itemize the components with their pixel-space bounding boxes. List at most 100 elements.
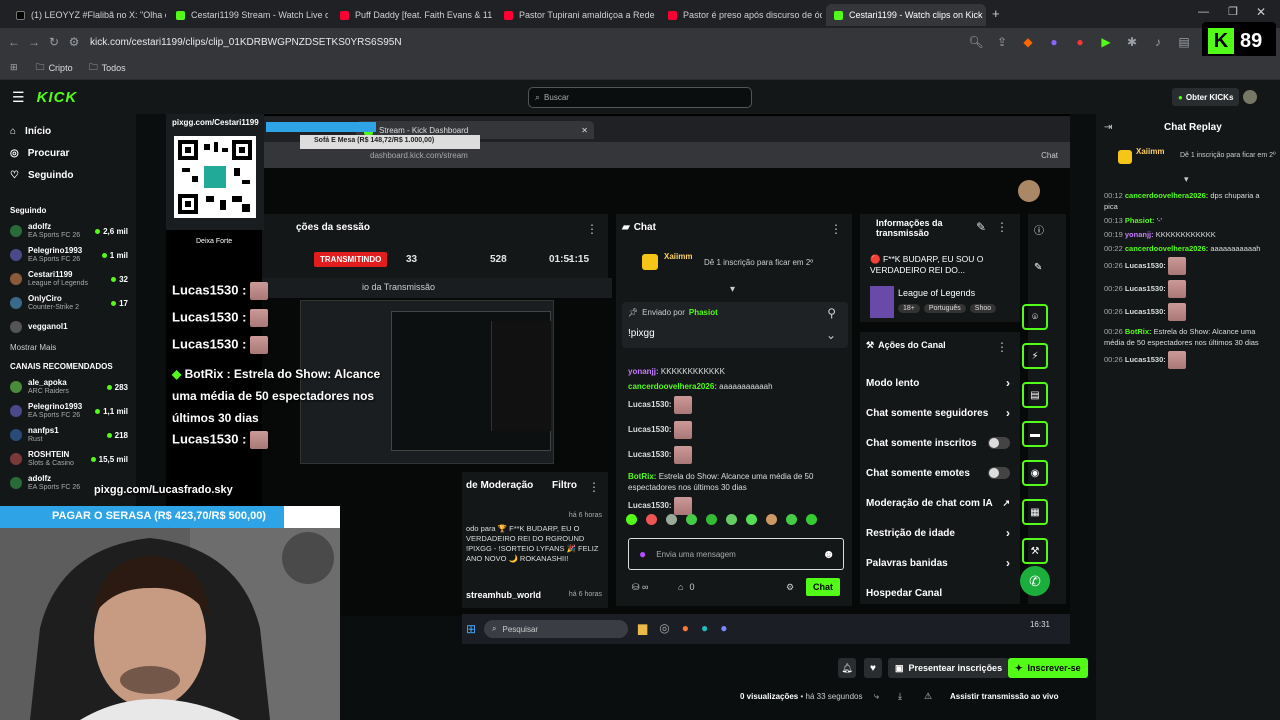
tag[interactable]: Shoo [969,304,997,313]
pin-icon[interactable]: ⚲ [827,306,836,320]
bookmark-cripto[interactable]: Cripto [49,63,73,73]
sidebar-item-seguindo[interactable]: ♡ Seguindo [0,164,136,186]
reload-icon[interactable]: ↻ [44,35,64,49]
site-info-icon[interactable]: ⚙ [64,35,84,49]
emote-icon[interactable] [666,514,677,525]
url-field[interactable]: kick.com/cestari1199/clips/clip_01KDRBWG… [90,37,402,48]
channel-action-item[interactable]: Chat somente seguidores › [866,398,1020,428]
tag[interactable]: 18+ [898,304,920,313]
emote-icon[interactable] [806,514,817,525]
share-icon[interactable]: ⇪ [992,35,1012,49]
kick-logo[interactable]: KICK [37,89,78,106]
edit-icon[interactable]: ✎ [976,220,986,234]
channel-action-item[interactable]: Restrição de idade › [866,518,1020,548]
channel-item[interactable]: adolfz EA Sports FC 26 2,6 mil [0,219,136,243]
apps-icon[interactable]: ⊞ [10,62,18,73]
browser-tab[interactable]: Pastor é preso após discurso de ódio [660,4,822,26]
settings-icon[interactable]: ⚙ [786,582,794,593]
channel-action-item[interactable]: Hospedar Canal [866,578,1020,608]
maximize-icon[interactable]: ❐ [1228,5,1238,18]
broadcast-icon[interactable]: ◉ [1022,460,1048,486]
collapse-icon[interactable]: ▾ [1184,174,1189,185]
bookmark-todos[interactable]: Todos [102,63,126,73]
extension-icon[interactable]: ● [1044,35,1064,49]
search-input[interactable]: ⌕ Buscar [528,87,752,108]
browser-tab[interactable]: Cestari1199 Stream - Watch Live on K [168,4,328,26]
obter-kicks-button[interactable]: ● Obter KICKs [1172,88,1240,106]
show-more-link[interactable]: Mostrar Mais [0,339,136,356]
bell-icon[interactable]: 🔔︎ [838,658,856,678]
chat-input[interactable]: ● Envia uma mensagem ☻ [628,538,844,570]
more-icon[interactable]: ⋮ [996,220,1008,234]
pinned-message[interactable]: 📌︎ Enviado por Phasiot !pixgg ⚲ ⌄ [622,302,848,348]
firefox-icon[interactable]: ● [682,621,689,635]
avatar[interactable] [1243,90,1257,104]
emote-icon[interactable] [726,514,737,525]
send-chat-button[interactable]: Chat [806,578,840,596]
more-icon[interactable]: ⋮ [586,222,598,236]
app-icon[interactable]: ◎ [659,621,669,635]
emote-icon[interactable] [686,514,697,525]
points-icon[interactable]: ⛁ ∞ [632,582,648,593]
channel-item[interactable]: Pelegrino1993 EA Sports FC 26 1,1 mil [0,399,136,423]
zoom-icon[interactable]: 🔍︎ [966,35,986,49]
back-icon[interactable]: ← [4,35,24,49]
emoji-icon[interactable]: ☻ [822,547,835,561]
extension-icon[interactable]: ▶ [1096,35,1116,49]
forward-icon[interactable]: → [24,35,44,49]
channel-action-item[interactable]: Chat somente inscritos [866,428,1020,458]
comment-icon[interactable]: ▬ [1022,421,1048,447]
collapse-chat-icon[interactable]: ⇥ [1104,122,1112,133]
minimize-icon[interactable]: — [1198,6,1209,18]
emote-icon[interactable] [646,514,657,525]
channel-item[interactable]: ale_apoka ARC Raiders 283 [0,375,136,399]
sidebar-item-inicio[interactable]: ⌂ Início [0,120,136,142]
folder-icon[interactable]: ▆ [638,621,647,635]
more-icon[interactable]: ⋮ [588,480,600,494]
channel-item[interactable]: ROSHTEIN Slots & Casino 15,5 mil [0,447,136,471]
collapse-icon[interactable]: ▾ [730,284,735,295]
toggle-switch[interactable] [988,467,1010,479]
chevron-down-icon[interactable]: ⌄ [826,328,836,342]
stack-icon[interactable]: ▦ [1022,499,1048,525]
discord-icon[interactable]: ● [720,621,727,635]
gift-subs-button[interactable]: ▣ Presentear inscrições [888,658,1010,678]
windows-start-icon[interactable]: ⊞ [466,622,476,636]
channel-item[interactable]: nanfps1 Rust 218 [0,423,136,447]
heart-icon[interactable]: ♥ [864,658,882,678]
channel-action-item[interactable]: Chat somente emotes [866,458,1020,488]
emote-icon[interactable] [766,514,777,525]
filter-button[interactable]: Filtro [552,480,577,491]
dashboard-url[interactable]: dashboard.kick.com/stream [370,151,468,160]
download-icon[interactable]: ⤓ [898,691,902,702]
channel-item[interactable]: OnlyCiro Counter-Strike 2 17 [0,291,136,315]
extensions-icon[interactable]: ✱ [1122,35,1142,49]
channel-action-item[interactable]: Modo lento › [866,368,1020,398]
more-icon[interactable]: ⋮ [996,340,1008,354]
browser-tab-active[interactable]: Cestari1199 - Watch clips on Kick✕ [826,4,986,26]
info-icon[interactable]: ⓘ [1034,222,1044,237]
emote-icon[interactable] [626,514,637,525]
pencil-icon[interactable]: ✎ [1034,262,1042,273]
browser-tab[interactable]: Pastor Tupirani amaldiçoa a Rede Gl [496,4,656,26]
brave-shield-icon[interactable]: ◆ [1018,35,1038,49]
wrench-icon[interactable]: ⚒ [1022,538,1048,564]
edge-icon[interactable]: ● [701,621,708,635]
sidebar-item-procurar[interactable]: ◎ Procurar [0,142,136,164]
channel-action-item[interactable]: Moderação de chat com IA ↗ [866,488,1020,518]
emote-icon[interactable] [786,514,797,525]
channel-item[interactable]: vegganol1 [0,315,136,339]
browser-tab[interactable]: Puff Daddy [feat. Faith Evans & 112] [332,4,492,26]
taskbar-search[interactable]: ⌕ Pesquisar [484,620,628,638]
lightning-icon[interactable]: ⚡︎ [1022,343,1048,369]
watch-live-link[interactable]: Assistir transmissão ao vivo [950,692,1059,701]
media-icon[interactable]: ♪ [1148,35,1168,49]
toggle-switch[interactable] [988,437,1010,449]
channel-item[interactable]: Cestari1199 League of Legends 32 [0,267,136,291]
close-tab-icon[interactable]: ✕ [581,126,588,135]
emote-icon[interactable] [706,514,717,525]
sidebar-toggle-icon[interactable]: ▤ [1174,35,1194,49]
report-icon[interactable]: ⚠ [924,691,932,702]
tag[interactable]: Português [923,304,966,313]
extension-icon[interactable]: ● [1070,35,1090,49]
